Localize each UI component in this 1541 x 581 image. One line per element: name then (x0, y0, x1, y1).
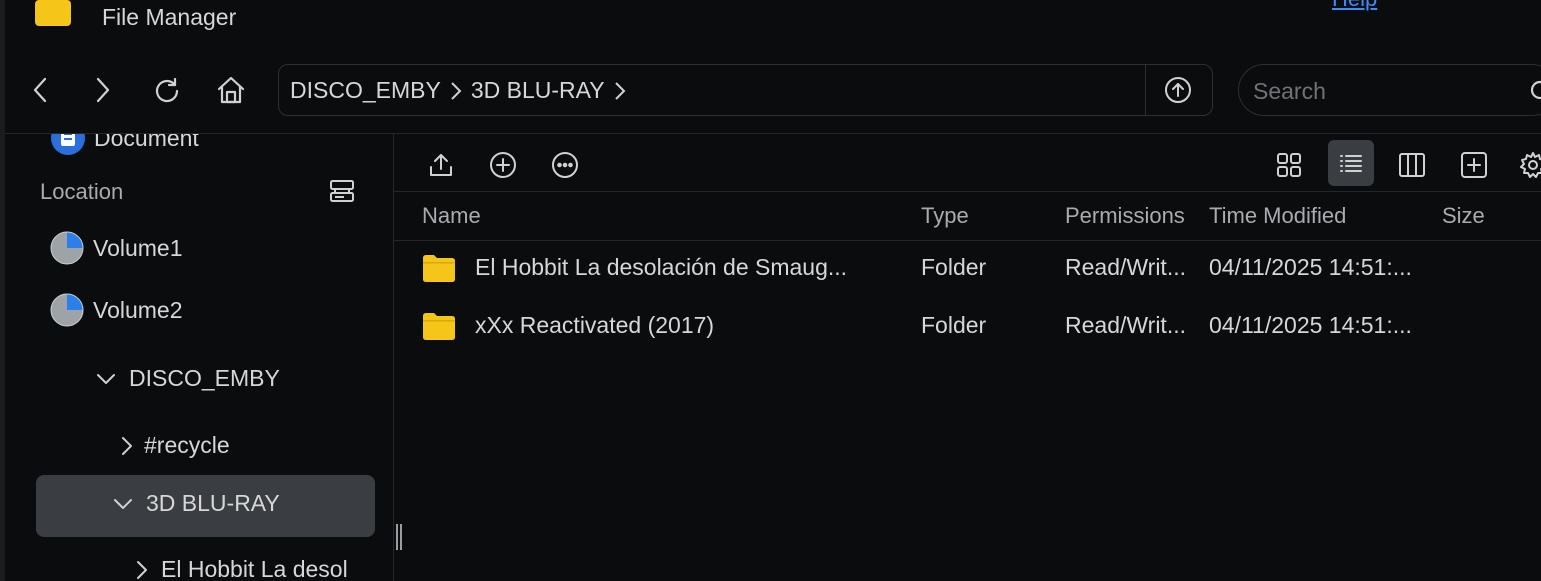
plus-square-icon (1461, 152, 1487, 178)
sidebar-item-label: Volume2 (93, 296, 183, 323)
file-modified: 04/11/2025 14:51:... (1209, 312, 1412, 338)
tree-item-label: DISCO_EMBY (129, 365, 280, 391)
column-header-size[interactable]: Size (1442, 203, 1485, 229)
table-row[interactable]: xXx Reactivated (2017) Folder Read/Writ.… (394, 298, 1541, 354)
column-header-type[interactable]: Type (921, 203, 969, 229)
chevron-right-icon (96, 77, 110, 103)
grid-view-button[interactable] (1270, 146, 1308, 184)
sidebar-item-document[interactable]: Document (50, 134, 199, 156)
tree-item-recycle[interactable]: #recycle (120, 432, 230, 459)
chevron-right-icon[interactable] (120, 435, 134, 457)
grid-view-icon (1277, 153, 1301, 177)
volume-icon (50, 293, 84, 327)
column-view-button[interactable] (1393, 146, 1431, 184)
chevron-right-icon[interactable] (135, 559, 149, 581)
file-manager-app-icon (35, 0, 71, 26)
plus-circle-icon (490, 152, 516, 178)
path-divider (1145, 65, 1146, 115)
sidebar-item-volume1[interactable]: Volume1 (49, 230, 183, 266)
volume-icon (50, 231, 84, 265)
file-type: Folder (921, 254, 987, 280)
create-button[interactable] (484, 146, 522, 184)
back-button[interactable] (21, 70, 61, 110)
file-name: xXx Reactivated (2017) (475, 312, 715, 338)
file-type: Folder (921, 312, 987, 338)
path-bar[interactable]: DISCO_EMBY 3D BLU-RAY (278, 64, 1213, 116)
storage-manager-icon[interactable] (328, 178, 356, 206)
tree-item-label: El Hobbit La desol (161, 556, 348, 581)
tree-item-label: #recycle (144, 432, 230, 458)
column-view-icon (1399, 153, 1425, 177)
location-section-label: Location (40, 179, 124, 204)
refresh-button[interactable] (147, 70, 187, 110)
breadcrumb-item-disco-emby[interactable]: DISCO_EMBY (290, 77, 441, 104)
go-up-icon[interactable] (1164, 76, 1192, 104)
search-input[interactable] (1253, 77, 1513, 105)
file-permissions: Read/Writ... (1065, 312, 1186, 338)
file-permissions: Read/Writ... (1065, 254, 1186, 280)
refresh-icon (155, 77, 179, 103)
file-list-pane: Name Type Permissions Time Modified Size… (394, 134, 1541, 581)
sidebar-item-volume2[interactable]: Volume2 (49, 292, 183, 328)
chevron-right-icon (613, 80, 627, 102)
tree-item-3d-bluray[interactable]: 3D BLU-RAY (112, 490, 280, 517)
tree-item-disco-emby[interactable]: DISCO_EMBY (95, 365, 280, 392)
upload-icon (430, 154, 452, 176)
breadcrumb-item-3d-bluray[interactable]: 3D BLU-RAY (471, 77, 605, 104)
help-link[interactable]: Help (1332, 0, 1377, 12)
document-icon (51, 134, 85, 155)
home-button[interactable] (211, 70, 251, 110)
gear-icon (1520, 152, 1541, 178)
breadcrumb: DISCO_EMBY 3D BLU-RAY (290, 77, 635, 104)
forward-button[interactable] (82, 70, 122, 110)
more-actions-button[interactable] (546, 146, 584, 184)
search-box[interactable] (1238, 64, 1541, 116)
chevron-right-icon (449, 80, 463, 102)
list-view-button[interactable] (1328, 140, 1374, 186)
table-row[interactable]: El Hobbit La desolación de Smaug... Fold… (394, 240, 1541, 296)
tree-item-el-hobbit[interactable]: El Hobbit La desol (135, 556, 348, 581)
file-modified: 04/11/2025 14:51:... (1209, 254, 1412, 280)
more-horizontal-icon (552, 152, 578, 178)
folder-icon (423, 255, 455, 282)
list-view-icon (1340, 155, 1362, 172)
sidebar: Document Location Volume1 Volume2 DISCO_… (5, 134, 393, 581)
sidebar-item-label: Volume1 (93, 234, 183, 261)
tree-item-label: 3D BLU-RAY (146, 490, 280, 516)
column-header-name[interactable]: Name (422, 203, 481, 229)
chevron-left-icon (33, 77, 47, 103)
chevron-down-icon[interactable] (112, 497, 134, 511)
new-window-button[interactable] (1455, 146, 1493, 184)
upload-button[interactable] (422, 146, 460, 184)
column-header-time-modified[interactable]: Time Modified (1209, 203, 1346, 229)
chevron-down-icon[interactable] (95, 372, 117, 386)
folder-icon (423, 313, 455, 340)
title-bar: File Manager Help (0, 0, 1541, 40)
column-header-permissions[interactable]: Permissions (1065, 203, 1185, 229)
settings-button[interactable] (1514, 146, 1541, 184)
file-name: El Hobbit La desolación de Smaug... (475, 254, 848, 280)
content-toolbar-divider (394, 191, 1541, 192)
file-manager-window: File Manager Help DISCO_EMBY 3D BLU-RAY (0, 0, 1541, 581)
search-icon[interactable] (1529, 79, 1541, 105)
home-icon (217, 76, 245, 104)
app-title: File Manager (102, 4, 237, 30)
sidebar-item-label: Document (94, 134, 199, 151)
